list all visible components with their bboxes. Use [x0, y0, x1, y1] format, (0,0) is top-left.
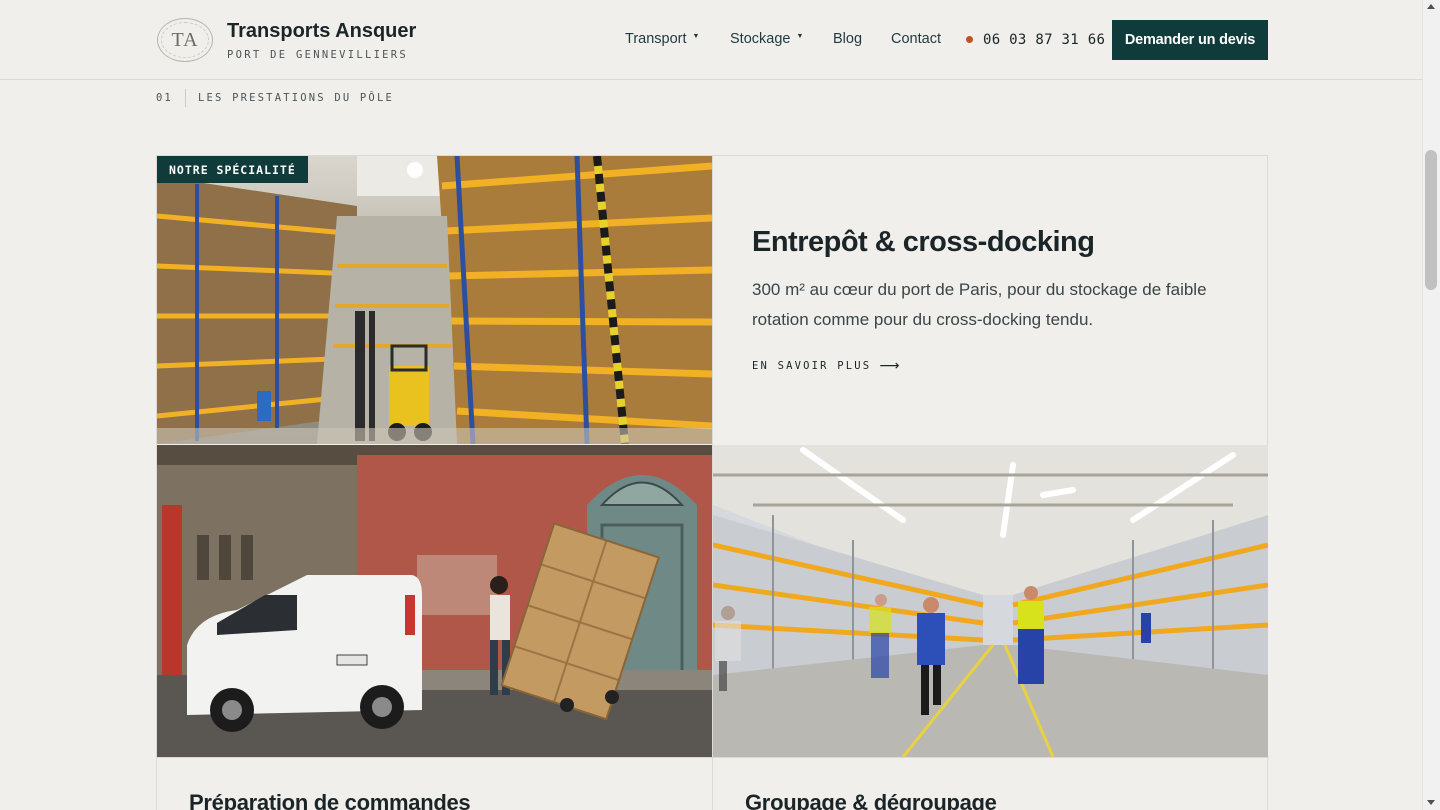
- services-grid: [156, 155, 1269, 810]
- grid-divider-vertical: [712, 156, 713, 810]
- brand-title[interactable]: Transports Ansquer: [227, 20, 416, 43]
- warehouse-racks-photo[interactable]: [157, 156, 712, 444]
- card-title-order-preparation[interactable]: Préparation de commandes: [189, 790, 471, 810]
- section-divider: [185, 89, 186, 107]
- chevron-down-icon: ▼: [796, 32, 804, 40]
- arrow-right-icon: ⟶: [879, 358, 900, 374]
- learn-more-label: EN SAVOIR PLUS: [752, 360, 872, 372]
- nav-item-blog[interactable]: Blog: [833, 31, 862, 47]
- nav-item-label: Stockage: [730, 31, 791, 47]
- scroll-down-arrow-icon[interactable]: [1427, 800, 1435, 805]
- featured-title[interactable]: Entrepôt & cross-docking: [752, 226, 1095, 259]
- nav-item-transport[interactable]: Transport ▼: [625, 31, 699, 47]
- scrollbar-thumb[interactable]: [1425, 150, 1437, 290]
- delivery-van-boxes-photo[interactable]: [157, 445, 712, 757]
- card-title-grouping[interactable]: Groupage & dégroupage: [745, 790, 997, 810]
- chevron-down-icon: ▼: [692, 32, 700, 40]
- phone-number-link[interactable]: 06 03 87 31 66: [983, 32, 1105, 48]
- request-quote-button[interactable]: Demander un devis: [1112, 20, 1268, 60]
- learn-more-link[interactable]: EN SAVOIR PLUS ⟶: [752, 358, 899, 374]
- status-dot-icon: [966, 36, 973, 43]
- specialty-badge: NOTRE SPÉCIALITÉ: [157, 156, 308, 183]
- nav-item-stockage[interactable]: Stockage ▼: [730, 31, 803, 47]
- logo-monogram: TA: [171, 28, 199, 51]
- site-header: TA Transports Ansquer PORT DE GENNEVILLI…: [0, 0, 1422, 80]
- featured-description: 300 m² au cœur du port de Paris, pour du…: [752, 280, 1207, 329]
- nav-item-contact[interactable]: Contact: [891, 31, 941, 47]
- nav-item-label: Contact: [891, 31, 941, 47]
- brand-subtitle: PORT DE GENNEVILLIERS: [227, 49, 409, 61]
- section-number: 01: [156, 92, 173, 104]
- scroll-up-arrow-icon[interactable]: [1427, 4, 1435, 9]
- page-scrollbar[interactable]: [1422, 0, 1440, 810]
- warehouse-workers-photo[interactable]: [713, 445, 1268, 757]
- section-label: LES PRESTATIONS DU PÔLE: [198, 92, 394, 104]
- brand-logo[interactable]: TA: [157, 18, 213, 62]
- nav-item-label: Blog: [833, 31, 863, 47]
- nav-item-label: Transport: [625, 31, 687, 47]
- grid-divider-horizontal: [157, 757, 1269, 758]
